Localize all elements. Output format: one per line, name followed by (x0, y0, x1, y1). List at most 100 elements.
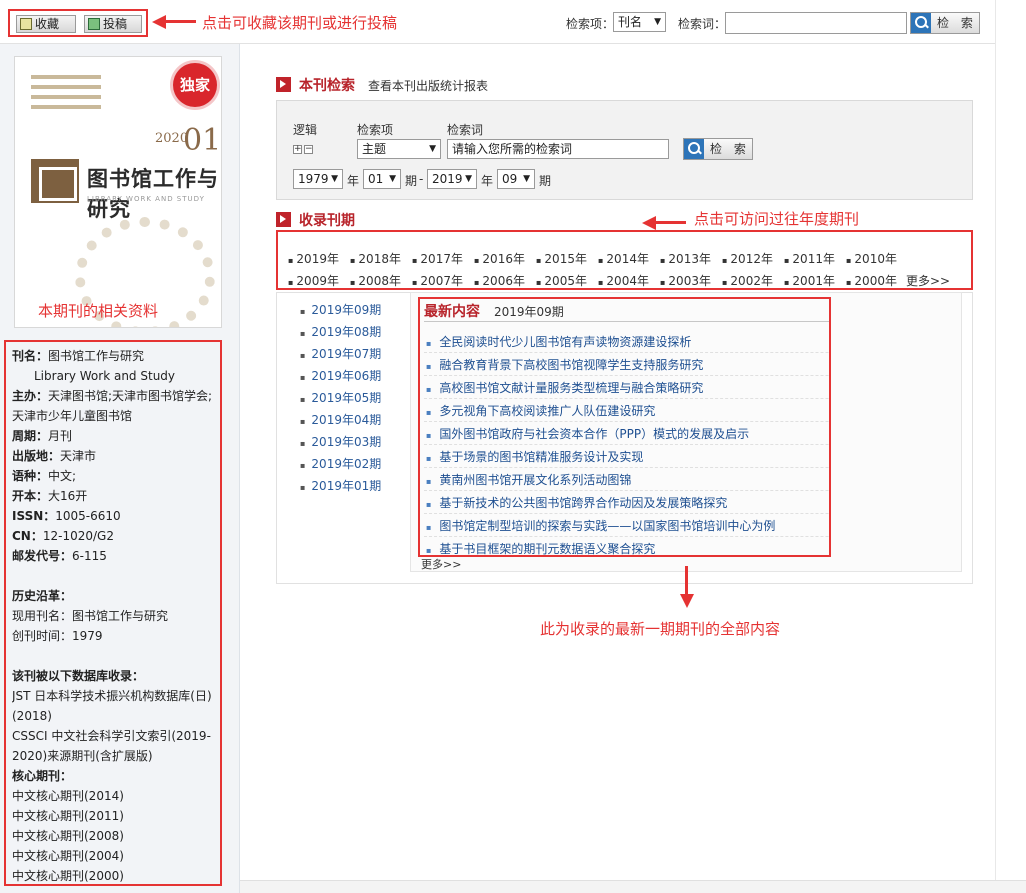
core-item: 中文核心期刊(2011) (12, 809, 124, 823)
year-link[interactable]: 2007年 (412, 272, 463, 289)
latest-content: 最新内容 2019年09期 全民阅读时代少儿图书馆有声读物资源建设探析 融合教育… (418, 297, 831, 557)
search-input[interactable] (725, 12, 907, 34)
year-link[interactable]: 2014年 (598, 250, 649, 267)
to-year-select[interactable]: 2019 ▼ (427, 169, 477, 189)
range-dash: - (419, 172, 424, 186)
issue-link[interactable]: 2019年06期 (300, 367, 381, 384)
year-link[interactable]: 2011年 (784, 250, 835, 267)
year-link[interactable]: 2000年 (846, 272, 897, 289)
term-input[interactable]: 请输入您所需的检索词 (447, 139, 669, 159)
database-label: 该刊被以下数据库收录： (12, 669, 145, 683)
stats-report-link[interactable]: 查看本刊出版统计报表 (368, 77, 488, 94)
article-link[interactable]: 全民阅读时代少儿图书馆有声读物资源建设探析 (426, 333, 691, 350)
article-link[interactable]: 基于书目框架的期刊元数据语义聚合探究 (426, 540, 655, 555)
post-code-label: 邮发代号： (12, 549, 73, 563)
language-label: 语种： (12, 469, 49, 483)
search-field-value: 刊名 (618, 15, 643, 29)
year-link[interactable]: 2013年 (660, 250, 711, 267)
dropdown-arrow-icon: ▼ (331, 174, 338, 184)
journal-search-header: 本刊检索 查看本刊出版统计报表 (276, 75, 576, 95)
annotation-arrow-icon (680, 566, 694, 610)
year-link[interactable]: 2002年 (722, 272, 773, 289)
format-label: 开本： (12, 489, 49, 503)
issue-link[interactable]: 2019年04期 (300, 411, 381, 428)
journal-search-button[interactable]: 检 索 (683, 138, 753, 160)
issue-link[interactable]: 2019年09期 (300, 301, 381, 318)
from-issue-select[interactable]: 01 ▼ (363, 169, 401, 189)
exclusive-badge: 独家 (173, 63, 217, 107)
title-label: 刊名： (12, 349, 49, 363)
database-jst: JST 日本科学技术振兴机构数据库(日)(2018) (12, 689, 212, 723)
year-link[interactable]: 2006年 (474, 272, 525, 289)
logic-toggle[interactable]: + − (293, 143, 315, 154)
favorite-button[interactable]: 收藏 (16, 15, 76, 33)
top-toolbar: 收藏 投稿 点击可收藏该期刊或进行投稿 检索项： 刊名 ▼ 检索词： 检 索 (0, 0, 995, 44)
history-label: 历史沿革： (12, 589, 73, 603)
year-link[interactable]: 2008年 (350, 272, 401, 289)
annotation-arrow-icon (642, 216, 686, 230)
contribute-icon (88, 18, 100, 30)
article-link[interactable]: 基于场景的图书馆精准服务设计及实现 (426, 448, 643, 465)
issue-link[interactable]: 2019年07期 (300, 345, 381, 362)
issue-link[interactable]: 2019年02期 (300, 455, 381, 472)
issn-label: ISSN： (12, 509, 56, 523)
contribute-button[interactable]: 投稿 (84, 15, 142, 33)
logic-label: 逻辑 (293, 123, 318, 137)
from-year-select[interactable]: 1979 ▼ (293, 169, 343, 189)
from-year-value: 1979 (298, 172, 329, 186)
journal-cover[interactable]: 独家 2020 01 图书馆工作与研究 LIBRARY WORK AND STU… (14, 56, 222, 328)
year-link[interactable]: 2019年 (288, 250, 339, 267)
year-link[interactable]: 2004年 (598, 272, 649, 289)
latest-annotation: 此为收录的最新一期期刊的全部内容 (540, 620, 781, 638)
article-link[interactable]: 基于新技术的公共图书馆跨界合作动因及发展策略探究 (426, 494, 727, 511)
year-link[interactable]: 2015年 (536, 250, 587, 267)
year-link[interactable]: 2009年 (288, 272, 339, 289)
search-field-select[interactable]: 刊名 ▼ (613, 12, 666, 32)
to-year-value: 2019 (432, 172, 463, 186)
title-value: 图书馆工作与研究 (48, 349, 145, 363)
more-years-link[interactable]: 更多>> (906, 272, 950, 289)
issue-link[interactable]: 2019年05期 (300, 389, 381, 406)
cn-value: 12-1020/G2 (42, 529, 114, 543)
article-link[interactable]: 高校图书馆文献计量服务类型梳理与融合策略研究 (426, 379, 703, 396)
journal-logo (31, 159, 79, 203)
issue-link[interactable]: 2019年03期 (300, 433, 381, 450)
more-articles-link[interactable]: 更多>> (421, 556, 461, 572)
year-link[interactable]: 2001年 (784, 272, 835, 289)
to-issue-value: 09 (502, 172, 518, 186)
to-issue-select[interactable]: 09 ▼ (497, 169, 535, 189)
from-issue-value: 01 (368, 172, 384, 186)
issue-char: 期 (405, 174, 418, 188)
latest-issue: 2019年09期 (494, 305, 564, 319)
field-select[interactable]: 主题 ▼ (357, 139, 441, 159)
field-label: 检索项 (357, 123, 394, 137)
term-label: 检索词 (447, 123, 484, 137)
core-item: 中文核心期刊(2014) (12, 789, 124, 803)
year-link[interactable]: 2018年 (350, 250, 401, 267)
issue-char: 期 (539, 174, 552, 188)
top-search-button-label: 检 索 (937, 16, 977, 30)
year-link[interactable]: 2012年 (722, 250, 773, 267)
year-link[interactable]: 2005年 (536, 272, 587, 289)
minus-icon[interactable]: − (304, 145, 313, 154)
article-link[interactable]: 图书馆定制型培训的探索与实践——以国家图书馆培训中心为例 (426, 517, 775, 534)
search-icon (684, 139, 704, 159)
article-link[interactable]: 多元视角下高校阅读推广人队伍建设研究 (426, 402, 655, 419)
sponsor-value: 天津图书馆;天津市图书馆学会; (48, 389, 213, 403)
current-name: 现用刊名：图书馆工作与研究 (12, 609, 169, 623)
year-link[interactable]: 2003年 (660, 272, 711, 289)
core-label: 核心期刊： (12, 769, 73, 783)
plus-icon[interactable]: + (293, 145, 302, 154)
top-search-button[interactable]: 检 索 (910, 12, 980, 34)
year-link[interactable]: 2016年 (474, 250, 525, 267)
issue-link[interactable]: 2019年08期 (300, 323, 381, 340)
article-link[interactable]: 融合教育背景下高校图书馆视障学生支持服务研究 (426, 356, 703, 373)
article-link[interactable]: 国外图书馆政府与社会资本合作（PPP）模式的发展及启示 (426, 425, 749, 442)
database-cssci: CSSCI 中文社会科学引文索引(2019-2020)来源期刊(含扩展版) (12, 729, 211, 763)
year-char: 年 (347, 174, 360, 188)
year-link[interactable]: 2010年 (846, 250, 897, 267)
issue-link[interactable]: 2019年01期 (300, 477, 381, 494)
cover-issue: 01 (183, 123, 222, 158)
article-link[interactable]: 黄南州图书馆开展文化系列活动图锦 (426, 471, 631, 488)
year-link[interactable]: 2017年 (412, 250, 463, 267)
